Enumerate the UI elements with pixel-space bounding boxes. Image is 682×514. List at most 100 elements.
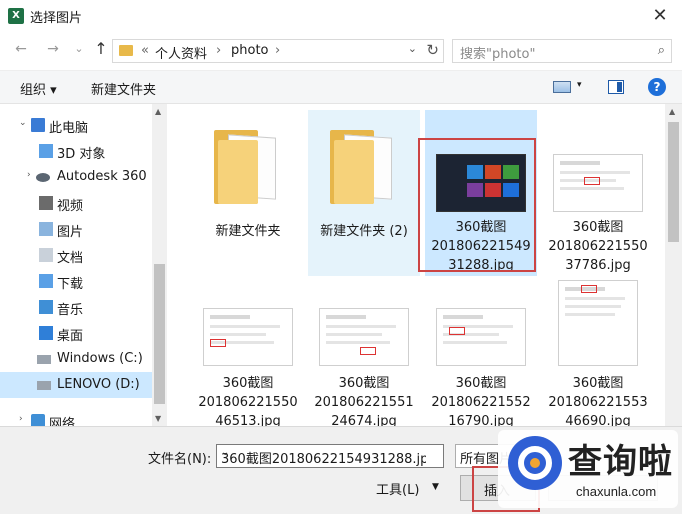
sidebar-item-label: 视频 <box>57 199 84 214</box>
chevron-down-icon[interactable]: ⌄ <box>221 447 426 458</box>
help-icon[interactable]: ? <box>648 78 666 96</box>
new-folder-button[interactable]: 新建文件夹 <box>91 79 156 98</box>
folder-icon <box>214 130 286 204</box>
navigation-pane: ⌄ 此电脑 3D 对象 › Autodesk 360 视频 图片 文档 下载 音… <box>0 104 167 426</box>
sidebar-item-label: 文档 <box>57 251 84 266</box>
watermark-text: 查询啦 <box>568 442 673 482</box>
sidebar-item-3d-objects[interactable]: 3D 对象 <box>0 138 152 164</box>
image-thumbnail <box>203 308 293 366</box>
watermark-url: chaxunla.com <box>576 484 657 499</box>
desktop-icon <box>39 326 53 340</box>
sidebar-item-label: Autodesk 360 <box>57 169 147 184</box>
view-mode-icon[interactable] <box>553 81 571 93</box>
file-name: 新建文件夹 (2) <box>320 224 408 239</box>
highlight-annotation-box <box>418 138 536 272</box>
file-tile-image[interactable]: 360截图 201806221551 24674.jpg <box>308 268 420 426</box>
image-thumbnail <box>558 280 638 366</box>
sidebar-item-label: 网络 <box>49 417 76 426</box>
filename-input[interactable]: 360截图20180622154931288.jpg ⌄ <box>216 444 444 468</box>
breadcrumb-separator[interactable]: › <box>275 43 280 58</box>
scrollbar-thumb[interactable] <box>154 264 165 404</box>
sidebar-item-label: LENOVO (D:) <box>57 377 140 392</box>
sidebar-item-drive-d[interactable]: LENOVO (D:) <box>0 372 152 398</box>
expand-caret-icon[interactable]: ⌄ <box>19 118 27 128</box>
navigation-bar: ← → ⌄ ↑ « 个人资料 › photo › ⌄ ↻ 搜索"photo" ⌕ <box>0 34 682 66</box>
breadcrumb-item[interactable]: 个人资料 <box>155 43 207 62</box>
refresh-icon[interactable]: ↻ <box>426 41 439 59</box>
sidebar-item-network[interactable]: › 网络 <box>0 408 152 426</box>
collapse-caret-icon[interactable]: › <box>27 170 31 180</box>
folder-icon <box>330 130 402 204</box>
recent-locations-icon[interactable]: ⌄ <box>70 40 88 58</box>
sidebar-item-label: 此电脑 <box>49 121 89 136</box>
scroll-up-icon[interactable]: ▲ <box>155 107 161 116</box>
file-name-line: 201806221551 <box>314 395 414 410</box>
search-placeholder: 搜索"photo" <box>460 47 536 62</box>
up-arrow-icon[interactable]: ↑ <box>92 40 110 58</box>
sidebar-item-pictures[interactable]: 图片 <box>0 216 152 242</box>
sidebar-item-autodesk[interactable]: › Autodesk 360 <box>0 164 152 190</box>
file-tile-image[interactable]: 360截图 201806221550 37786.jpg <box>542 110 654 276</box>
documents-icon <box>39 248 53 262</box>
sidebar-item-drive-c[interactable]: Windows (C:) <box>0 346 152 372</box>
search-icon[interactable]: ⌕ <box>658 43 665 58</box>
sidebar-item-documents[interactable]: 文档 <box>0 242 152 268</box>
command-toolbar: 组织 ▾ 新建文件夹 ▾ ? <box>0 70 682 104</box>
scroll-down-icon[interactable]: ▼ <box>155 414 161 423</box>
sidebar-item-label: 音乐 <box>57 303 84 318</box>
music-icon <box>39 300 53 314</box>
file-tile-image[interactable]: 360截图 201806221550 46513.jpg <box>192 268 304 426</box>
breadcrumb-separator[interactable]: › <box>216 43 221 58</box>
sidebar-item-videos[interactable]: 视频 <box>0 190 152 216</box>
scrollbar-thumb[interactable] <box>668 122 679 242</box>
sidebar-item-this-pc[interactable]: ⌄ 此电脑 <box>0 112 152 138</box>
file-name-line: 201806221552 <box>431 395 531 410</box>
watermark: 查询啦 chaxunla.com <box>498 430 678 508</box>
folder-3d-icon <box>39 144 53 158</box>
file-tile-image[interactable]: 360截图 201806221552 16790.jpg <box>425 268 537 426</box>
file-name-line: 201806221550 <box>198 395 298 410</box>
file-tile-folder[interactable]: 新建文件夹 <box>192 110 304 276</box>
tools-menu-button[interactable]: 工具(L) <box>376 479 419 498</box>
sidebar-scrollbar[interactable]: ▲ ▼ <box>152 104 167 426</box>
file-list-scrollbar[interactable]: ▲ <box>665 104 682 426</box>
close-icon[interactable]: ✕ <box>648 4 672 28</box>
image-thumbnail <box>319 308 409 366</box>
address-dropdown-icon[interactable]: ⌄ <box>408 42 417 55</box>
tools-dropdown-icon[interactable]: ▼ <box>432 482 439 492</box>
drive-icon <box>37 355 51 364</box>
file-name-line: 360截图 <box>572 220 624 235</box>
autodesk-icon <box>36 173 50 182</box>
sidebar-item-label: Windows (C:) <box>57 351 143 366</box>
file-tile-image[interactable]: 360截图 201806221553 46690.jpg <box>542 268 654 426</box>
file-name-line: 46690.jpg <box>565 414 631 426</box>
file-tile-folder[interactable]: 新建文件夹 (2) <box>308 110 420 276</box>
breadcrumb-overflow[interactable]: « <box>141 43 149 58</box>
file-name-line: 201806221550 <box>548 239 648 254</box>
sidebar-item-downloads[interactable]: 下载 <box>0 268 152 294</box>
breadcrumb-item[interactable]: photo <box>231 43 269 58</box>
filename-label: 文件名(N): <box>148 452 212 467</box>
address-bar[interactable]: « 个人资料 › photo › ⌄ ↻ <box>112 39 444 63</box>
drive-icon <box>37 381 51 390</box>
preview-pane-icon[interactable] <box>608 80 624 94</box>
file-name-line: 201806221553 <box>548 395 648 410</box>
collapse-caret-icon[interactable]: › <box>19 414 23 424</box>
sidebar-item-desktop[interactable]: 桌面 <box>0 320 152 346</box>
scroll-up-icon[interactable]: ▲ <box>669 107 675 116</box>
excel-app-icon: X <box>8 8 24 24</box>
file-name-line: 360截图 <box>338 376 390 391</box>
sidebar-item-music[interactable]: 音乐 <box>0 294 152 320</box>
back-arrow-icon[interactable]: ← <box>12 40 30 58</box>
sidebar-item-label: 桌面 <box>57 329 84 344</box>
search-input[interactable]: 搜索"photo" ⌕ <box>452 39 672 63</box>
title-bar: X 选择图片 ✕ <box>0 0 682 32</box>
video-icon <box>39 196 53 210</box>
view-dropdown-icon[interactable]: ▾ <box>577 80 582 90</box>
file-name-line: 16790.jpg <box>448 414 514 426</box>
sidebar-item-label: 下载 <box>57 277 84 292</box>
image-thumbnail <box>436 308 526 366</box>
organize-menu-button[interactable]: 组织 ▾ <box>20 79 57 98</box>
watermark-logo-icon <box>508 436 562 490</box>
forward-arrow-icon[interactable]: → <box>44 40 62 58</box>
